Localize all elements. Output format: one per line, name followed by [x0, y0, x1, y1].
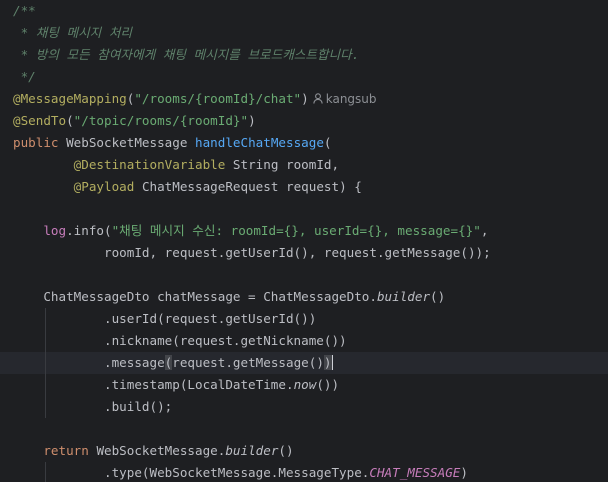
javadoc-line: * 방의 모든 참여자에게 채팅 메시지를 브로드캐스트합니다.	[13, 47, 360, 62]
author-name: kangsub	[325, 92, 377, 106]
code-line: @SendTo("/topic/rooms/{roomId}")	[13, 113, 256, 128]
parens: ())	[316, 377, 340, 392]
annotation: @Payload	[73, 179, 135, 194]
type-name: ChatMessageRequest	[141, 179, 279, 194]
annotation: @SendTo	[13, 113, 67, 128]
javadoc-close: */	[13, 69, 36, 84]
builder-chain-call: .timestamp(LocalDateTime.	[104, 377, 294, 392]
static-method: builder	[376, 289, 431, 304]
javadoc-open: /**	[13, 3, 36, 18]
declaration: ChatMessageDto chatMessage = ChatMessage…	[43, 289, 377, 304]
method-name: handleChatMessage	[195, 135, 324, 150]
code-line: .type(WebSocketMessage.MessageType.CHAT_…	[0, 462, 608, 482]
keyword: return	[43, 443, 89, 458]
builder-chain-call: .message	[104, 355, 165, 370]
type-name: String	[232, 157, 279, 172]
code-line: public WebSocketMessage handleChatMessag…	[13, 135, 332, 150]
code-line: /**	[0, 0, 608, 22]
code-line: @MessageMapping("/rooms/{roomId}/chat") k…	[0, 88, 608, 110]
builder-chain-call: .build();	[104, 399, 173, 414]
code-line: * 채팅 메시지 처리	[0, 22, 608, 44]
keyword: public	[13, 135, 59, 150]
code-line: return WebSocketMessage.builder()	[0, 440, 608, 462]
code-line: * 방의 모든 참여자에게 채팅 메시지를 브로드캐스트합니다.	[0, 44, 608, 66]
code-author-hint[interactable]: kangsub	[312, 88, 377, 110]
string-literal: "/rooms/{roomId}/chat"	[134, 91, 302, 106]
annotation: @MessageMapping	[13, 91, 127, 106]
user-icon	[312, 93, 323, 104]
enum-constant: CHAT_MESSAGE	[369, 465, 461, 480]
code-line: @DestinationVariable String roomId,	[0, 154, 608, 176]
parens: ()	[278, 443, 294, 458]
parameter: roomId,	[286, 157, 340, 172]
parameter: request) {	[286, 179, 362, 194]
static-method: now	[293, 377, 317, 392]
code-line: .build();	[0, 396, 608, 418]
code-line: roomId, request.getUserId(), request.get…	[0, 242, 608, 264]
text-caret	[331, 355, 333, 370]
static-method: builder	[225, 443, 279, 458]
type-name: WebSocketMessage.	[96, 443, 226, 458]
javadoc-line: * 채팅 메시지 처리	[13, 25, 133, 40]
field-reference: log	[43, 223, 67, 238]
code-line: @Payload ChatMessageRequest request) {	[0, 176, 608, 198]
argument-list: request.getMessage()	[172, 355, 324, 370]
matched-paren: )	[323, 355, 332, 370]
argument-list: roomId, request.getUserId(), request.get…	[104, 245, 491, 260]
paren: )	[460, 465, 468, 480]
type-name: WebSocketMessage	[66, 135, 188, 150]
string-literal: "채팅 메시지 수신: roomId={}, userId={}, messag…	[111, 223, 481, 238]
code-line: ChatMessageDto chatMessage = ChatMessage…	[0, 286, 608, 308]
code-line: log.info("채팅 메시지 수신: roomId={}, userId={…	[43, 223, 489, 238]
code-line: .timestamp(LocalDateTime.now())	[0, 374, 608, 396]
code-editor[interactable]: /** * 채팅 메시지 처리 * 방의 모든 참여자에게 채팅 메시지를 브로…	[0, 0, 608, 482]
annotation: @DestinationVariable	[73, 157, 226, 172]
code-line: .userId(request.getUserId())	[0, 308, 608, 330]
builder-chain-call: .nickname(request.getNickname())	[104, 333, 347, 348]
current-code-line: .message(request.getMessage())	[0, 352, 608, 374]
string-literal: "/topic/rooms/{roomId}"	[73, 113, 249, 128]
parens: ()	[430, 289, 446, 304]
builder-chain-call: .type(WebSocketMessage.MessageType.	[104, 465, 370, 480]
code-line: */	[0, 66, 608, 88]
code-line: .nickname(request.getNickname())	[0, 330, 608, 352]
builder-chain-call: .userId(request.getUserId())	[104, 311, 317, 326]
method-call: .info(	[66, 223, 112, 238]
